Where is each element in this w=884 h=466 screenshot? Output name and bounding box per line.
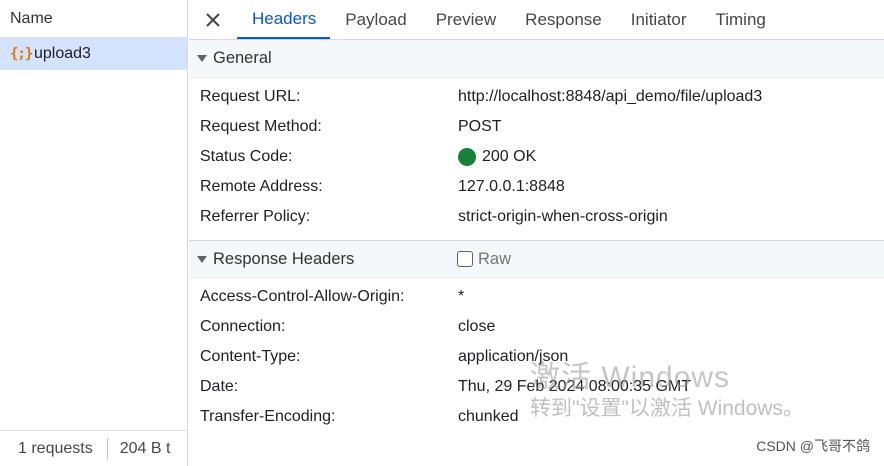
request-row-upload3[interactable]: {;} upload3 <box>0 38 187 70</box>
name-column-label: Name <box>10 9 53 27</box>
header-key: Date: <box>200 378 239 395</box>
tab-headers[interactable]: Headers <box>237 0 331 39</box>
csdn-credit: CSDN @飞哥不鸽 <box>756 438 870 454</box>
header-value: strict-origin-when-cross-origin <box>458 208 668 225</box>
tab-payload[interactable]: Payload <box>330 0 420 39</box>
header-key: Transfer-Encoding: <box>200 408 336 425</box>
windows-activation-watermark: 激活 Windows <box>530 361 731 394</box>
close-icon <box>206 12 220 27</box>
tab-initiator[interactable]: Initiator <box>616 0 701 39</box>
header-row: Connection: close <box>189 312 884 342</box>
windows-activation-hint: 转到"设置"以激活 Windows。 <box>530 397 804 420</box>
tab-preview[interactable]: Preview <box>421 0 510 39</box>
header-key: Content-Type: <box>200 348 301 365</box>
header-key: Referrer Policy: <box>200 208 311 225</box>
header-value: chunked <box>458 408 519 425</box>
header-key: Remote Address: <box>200 178 323 195</box>
header-value: * <box>458 288 465 305</box>
transferred-size: 204 B t <box>119 439 171 457</box>
header-row: Remote Address: 127.0.0.1:8848 <box>189 172 884 202</box>
status-ok-dot-icon <box>458 148 476 166</box>
header-key: Status Code: <box>200 148 293 165</box>
requests-count: 1 requests <box>18 439 93 457</box>
header-key: Connection: <box>200 318 286 335</box>
response-headers-title: Response Headers <box>213 249 355 268</box>
raw-label: Raw <box>478 249 512 268</box>
tab-timing[interactable]: Timing <box>700 0 779 39</box>
general-rows: Request URL: http://localhost:8848/api_d… <box>189 78 884 240</box>
header-key: Access-Control-Allow-Origin: <box>200 288 405 305</box>
tab-response[interactable]: Response <box>510 0 616 39</box>
footer-divider <box>106 437 108 460</box>
header-value: 127.0.0.1:8848 <box>458 178 565 195</box>
general-section-title: General <box>213 49 272 67</box>
raw-checkbox[interactable] <box>457 251 473 267</box>
general-section-header[interactable]: General <box>189 40 884 78</box>
header-row: Request URL: http://localhost:8848/api_d… <box>189 82 884 112</box>
expand-triangle-icon <box>197 55 207 62</box>
network-status-bar: 1 requests 204 B t <box>0 430 188 466</box>
request-name: upload3 <box>34 45 91 62</box>
header-row: Request Method: POST <box>189 112 884 142</box>
raw-toggle[interactable]: Raw <box>457 250 511 269</box>
header-row: Access-Control-Allow-Origin: * <box>189 282 884 312</box>
header-key: Request URL: <box>200 88 301 105</box>
expand-triangle-icon <box>197 255 207 263</box>
header-key: Request Method: <box>200 118 322 135</box>
details-tab-bar: Headers Payload Preview Response Initiat… <box>189 0 884 40</box>
status-code-value: 200 OK <box>458 148 536 166</box>
response-headers-section-header[interactable]: Response Headers Raw <box>189 240 884 278</box>
header-row: Status Code: 200 OK <box>189 142 884 172</box>
name-column-header[interactable]: Name <box>0 0 187 38</box>
xhr-fetch-icon: {;} <box>10 46 33 62</box>
close-details-button[interactable] <box>189 0 237 39</box>
header-value: POST <box>458 118 502 135</box>
request-list-panel: Name {;} upload3 1 requests 204 B t <box>0 0 188 466</box>
header-row: Referrer Policy: strict-origin-when-cros… <box>189 202 884 232</box>
header-value: http://localhost:8848/api_demo/file/uplo… <box>458 88 763 105</box>
status-code-text: 200 OK <box>482 148 537 165</box>
header-value: close <box>458 318 496 335</box>
